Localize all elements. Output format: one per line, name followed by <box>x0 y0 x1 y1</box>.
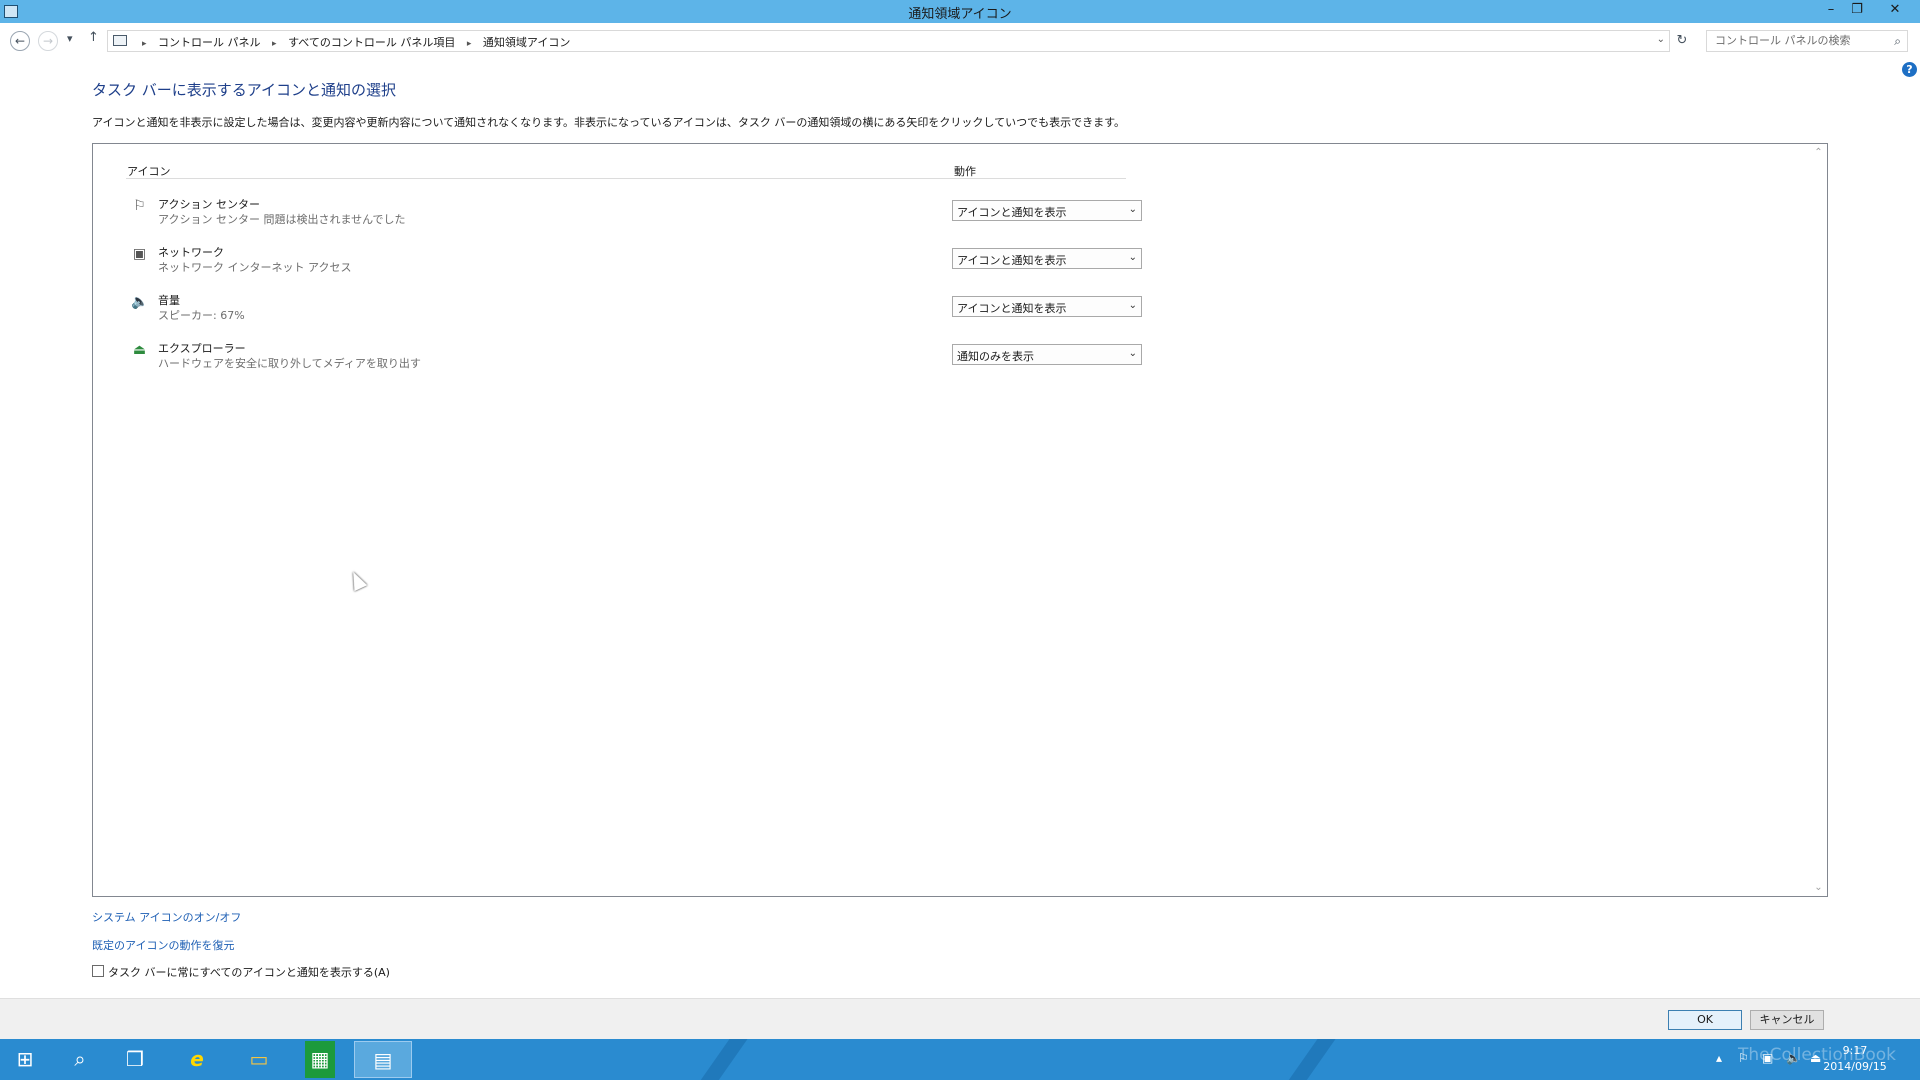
network-icon[interactable]: ▣ <box>1762 1051 1773 1065</box>
behavior-value: 通知のみを表示 <box>957 350 1034 363</box>
flag-icon[interactable]: ⚐ <box>1738 1051 1749 1065</box>
navigation-bar: ← → ▾ ↑ ▸ コントロール パネル ▸ すべてのコントロール パネル項目 … <box>0 23 1920 57</box>
address-dropdown-icon[interactable]: ⌄ <box>1657 34 1665 45</box>
address-bar[interactable]: ▸ コントロール パネル ▸ すべてのコントロール パネル項目 ▸ 通知領域アイ… <box>107 30 1670 52</box>
taskbar-decoration <box>687 1039 755 1080</box>
window-title: 通知領域アイコン <box>908 7 1012 22</box>
network-icon: ▣ <box>132 246 147 262</box>
speaker-icon[interactable]: 🔈 <box>1786 1051 1801 1065</box>
show-all-icons-label[interactable]: タスク バーに常にすべてのアイコンと通知を表示する(A) <box>108 964 390 980</box>
item-subtitle: アクション センター 問題は検出されませんでした <box>158 213 406 226</box>
tray-expand-icon[interactable]: ▴ <box>1716 1051 1722 1065</box>
scroll-up-icon[interactable]: ⌃ <box>1810 144 1827 161</box>
behavior-value: アイコンと通知を表示 <box>957 206 1067 219</box>
breadcrumb-separator: ▸ <box>142 39 147 49</box>
list-item-explorer: ⏏ エクスプローラー ハードウェアを安全に取り外してメディアを取り出す 通知のみ… <box>126 340 1226 380</box>
search-input[interactable] <box>1713 33 1882 48</box>
column-header-behavior: 動作 <box>954 165 976 178</box>
computer-icon <box>113 35 127 46</box>
list-item-volume: 🔈 音量 スピーカー: 67% アイコンと通知を表示 ⌄ <box>126 292 1226 332</box>
chevron-down-icon[interactable]: ⌄ <box>1129 204 1137 215</box>
cancel-button[interactable]: キャンセル <box>1750 1010 1824 1030</box>
help-icon[interactable]: ? <box>1902 62 1917 77</box>
refresh-button[interactable]: ↻ <box>1672 31 1692 51</box>
restore-default-link[interactable]: 既定のアイコンの動作を復元 <box>92 937 234 953</box>
task-view-icon[interactable]: ❒ <box>110 1041 160 1078</box>
icon-list-panel: アイコン 動作 ⚐ アクション センター アクション センター 問題は検出されま… <box>92 143 1828 897</box>
file-explorer-icon[interactable]: ▭ <box>234 1041 284 1078</box>
flag-icon: ⚐ <box>133 198 146 214</box>
behavior-value: アイコンと通知を表示 <box>957 302 1067 315</box>
item-name: ネットワーク <box>158 246 224 259</box>
breadcrumb: ▸ コントロール パネル ▸ すべてのコントロール パネル項目 ▸ 通知領域アイ… <box>134 34 570 50</box>
close-button[interactable]: ✕ <box>1882 0 1908 20</box>
breadcrumb-separator[interactable]: ▸ <box>272 39 277 49</box>
dialog-footer: OK キャンセル <box>0 998 1920 1040</box>
up-button[interactable]: ↑ <box>88 30 99 45</box>
behavior-select[interactable]: アイコンと通知を表示 ⌄ <box>952 248 1142 269</box>
header-divider <box>126 178 1126 179</box>
restore-button[interactable]: ❐ <box>1844 0 1870 20</box>
behavior-select[interactable]: アイコンと通知を表示 ⌄ <box>952 200 1142 221</box>
breadcrumb-all-items[interactable]: すべてのコントロール パネル項目 <box>288 36 455 49</box>
scroll-down-icon[interactable]: ⌄ <box>1810 879 1827 896</box>
system-icons-link[interactable]: システム アイコンのオン/オフ <box>92 909 241 925</box>
search-icon[interactable]: ⌕ <box>55 1041 105 1078</box>
behavior-value: アイコンと通知を表示 <box>957 254 1067 267</box>
clock[interactable]: 9:17 2014/09/15 <box>1820 1043 1890 1075</box>
back-button[interactable]: ← <box>10 31 30 51</box>
show-all-icons-checkbox[interactable] <box>92 965 104 977</box>
chevron-down-icon[interactable]: ⌄ <box>1129 252 1137 263</box>
search-icon[interactable]: ⌕ <box>1894 34 1901 49</box>
internet-explorer-icon[interactable]: e <box>172 1041 222 1078</box>
behavior-select[interactable]: アイコンと通知を表示 ⌄ <box>952 296 1142 317</box>
start-icon[interactable]: ⊞ <box>0 1041 50 1078</box>
store-icon[interactable]: ▦ <box>305 1041 335 1078</box>
speaker-icon: 🔈 <box>131 294 149 310</box>
search-box[interactable]: ⌕ <box>1706 30 1908 52</box>
chevron-down-icon[interactable]: ⌄ <box>1129 348 1137 359</box>
page-description: アイコンと通知を非表示に設定した場合は、変更内容や更新内容について通知されなくな… <box>92 116 1125 129</box>
breadcrumb-current[interactable]: 通知領域アイコン <box>483 36 570 49</box>
chevron-down-icon[interactable]: ⌄ <box>1129 300 1137 311</box>
behavior-select[interactable]: 通知のみを表示 ⌄ <box>952 344 1142 365</box>
usb-eject-icon: ⏏ <box>132 342 147 358</box>
clock-date: 2014/09/15 <box>1823 1060 1887 1073</box>
item-subtitle: ハードウェアを安全に取り外してメディアを取り出す <box>158 357 421 370</box>
item-subtitle: スピーカー: 67% <box>158 309 245 322</box>
item-name: アクション センター <box>158 198 260 211</box>
minimize-button[interactable]: – <box>1818 0 1844 20</box>
list-item-network: ▣ ネットワーク ネットワーク インターネット アクセス アイコンと通知を表示 … <box>126 244 1226 284</box>
recent-locations-dropdown[interactable]: ▾ <box>67 32 73 45</box>
control-panel-taskbar-icon[interactable]: ▤ <box>354 1041 412 1078</box>
breadcrumb-control-panel[interactable]: コントロール パネル <box>158 36 261 49</box>
title-bar: 通知領域アイコン – ❐ ✕ <box>0 0 1920 23</box>
ok-button[interactable]: OK <box>1668 1010 1742 1030</box>
item-name: 音量 <box>158 294 180 307</box>
page-title: タスク バーに表示するアイコンと通知の選択 <box>92 81 397 99</box>
breadcrumb-separator[interactable]: ▸ <box>467 39 472 49</box>
clock-time: 9:17 <box>1842 1044 1868 1057</box>
taskbar: ⊞ ⌕ ❒ e ▭ ▦ ▤ TheCollectionBook ▴ ⚐ ▣ 🔈 … <box>0 1039 1920 1080</box>
vertical-scrollbar[interactable]: ⌃ ⌄ <box>1810 144 1827 896</box>
forward-button[interactable]: → <box>38 31 58 51</box>
item-name: エクスプローラー <box>158 342 246 355</box>
item-subtitle: ネットワーク インターネット アクセス <box>158 261 352 274</box>
list-item-action-center: ⚐ アクション センター アクション センター 問題は検出されませんでした アイ… <box>126 196 1226 236</box>
column-header-icon: アイコン <box>127 165 171 178</box>
taskbar-decoration <box>1275 1039 1343 1080</box>
